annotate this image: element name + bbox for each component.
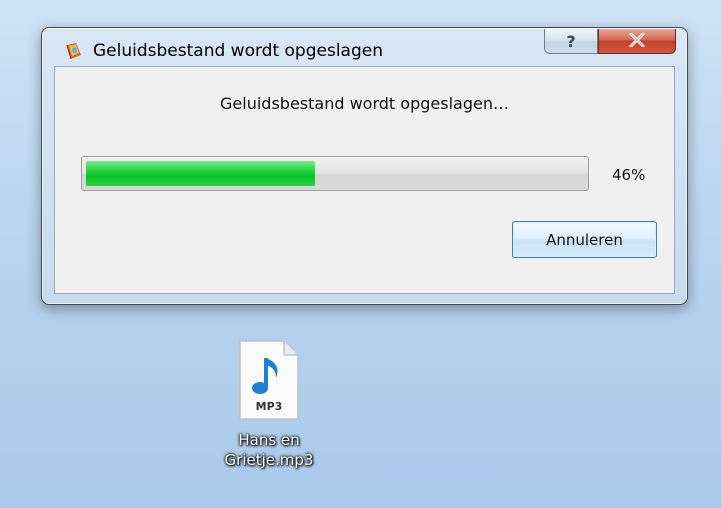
desktop: Geluidsbestand wordt opgeslagen ? Geluid… xyxy=(0,0,721,508)
title-bar[interactable]: Geluidsbestand wordt opgeslagen ? xyxy=(42,28,687,64)
save-progress-window: Geluidsbestand wordt opgeslagen ? Geluid… xyxy=(41,27,688,305)
dialog-content: Geluidsbestand wordt opgeslagen… 46% Ann… xyxy=(54,66,675,294)
cancel-button[interactable]: Annuleren xyxy=(512,221,657,258)
window-title: Geluidsbestand wordt opgeslagen xyxy=(93,41,383,61)
progress-fill xyxy=(86,161,315,186)
help-button[interactable]: ? xyxy=(544,29,598,54)
mp3-file-icon[interactable]: MP3 xyxy=(236,340,302,422)
close-icon xyxy=(628,32,646,51)
app-icon xyxy=(64,41,84,61)
progress-bar xyxy=(81,156,589,191)
file-name-line1: Hans en xyxy=(238,431,300,449)
file-name-label[interactable]: Hans en Grietje.mp3 xyxy=(196,430,342,470)
progress-percent: 46% xyxy=(612,166,646,184)
help-icon: ? xyxy=(566,31,576,51)
status-message: Geluidsbestand wordt opgeslagen… xyxy=(220,94,509,113)
file-name-line2: Grietje.mp3 xyxy=(224,451,314,469)
close-button[interactable] xyxy=(598,29,676,54)
mp3-badge: MP3 xyxy=(256,400,283,413)
